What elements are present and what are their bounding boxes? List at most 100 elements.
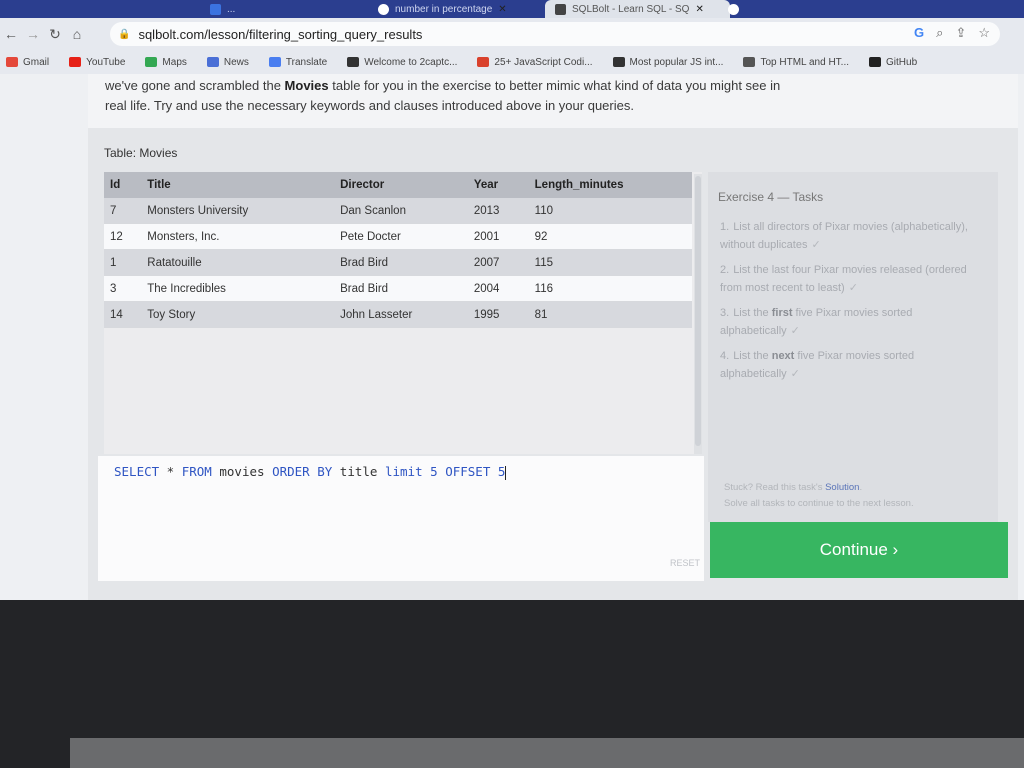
table-cell: Dan Scanlon [334, 198, 468, 224]
app-icon [210, 3, 221, 15]
sql-keyword: ORDER BY [272, 464, 333, 479]
query-text[interactable]: SELECT * FROM movies ORDER BY title limi… [114, 464, 507, 480]
sql-number: 5 [430, 464, 438, 479]
bookmark-label: Most popular JS int... [629, 56, 724, 68]
table-cell: 7 [104, 198, 142, 224]
task-text: List all directors of Pixar movies (alph… [720, 221, 968, 251]
forward-arrow-icon[interactable]: → [22, 26, 44, 42]
bookmark-label: YouTube [86, 56, 126, 68]
intro-bold: Movies [284, 78, 329, 93]
task-number: 4. [720, 350, 730, 362]
table-cell: 1995 [467, 301, 529, 328]
sql-keyword: limit [384, 464, 423, 479]
bookmark-item[interactable]: Translate [268, 56, 328, 68]
reload-icon[interactable]: ↻ [44, 26, 66, 43]
bookmark-item[interactable]: Maps [145, 56, 187, 68]
bookmark-icon [268, 57, 281, 67]
tab-label: SQLBolt - Learn SQL - SQ [572, 3, 690, 15]
continue-button[interactable]: Continue › [710, 522, 1008, 578]
check-icon: ✓ [790, 325, 800, 337]
browser-tab-active[interactable]: SQLBolt - Learn SQL - SQ ✕ [545, 0, 730, 18]
table-row: 1 Ratatouille Brad Bird 2007 115 [104, 249, 692, 276]
table-cell: Brad Bird [334, 249, 468, 276]
tab-label: number in percentage [395, 3, 493, 15]
home-icon[interactable]: ⌂ [66, 26, 88, 42]
bookmark-item[interactable]: 25+ JavaScript Codi... [477, 57, 593, 68]
bookmark-icon [869, 57, 882, 67]
task-number: 3. [720, 307, 730, 319]
bookmark-item[interactable]: Top HTML and HT... [743, 57, 849, 68]
bookmark-item[interactable]: Welcome to 2captc... [347, 57, 457, 68]
tab-label: ... [227, 3, 236, 15]
task-item: 3. List the first five Pixar movies sorte… [720, 304, 990, 340]
bookmark-icon [612, 57, 625, 67]
table-body: 7 Monsters University Dan Scanlon 2013 110 12… [104, 198, 692, 328]
scrollbar-thumb[interactable] [695, 176, 701, 446]
bookmark-label: Maps [162, 56, 187, 68]
results-table-container: Id Title Director Year Length_minutes 7 Monst… [104, 172, 702, 454]
intro-text: we've gone and scrambled the [105, 78, 285, 93]
table-cell: 12 [104, 223, 142, 250]
browser-tab[interactable] [718, 0, 888, 18]
column-header: Id [104, 172, 142, 198]
table-cell: 110 [528, 198, 692, 224]
table-cell: 92 [528, 223, 692, 250]
task-list: 1. List all directors of Pixar movies (al… [720, 218, 990, 390]
lesson-intro-text: we've gone and scrambled the Movies tabl… [105, 76, 805, 116]
reset-button[interactable]: RESET [670, 558, 700, 568]
stuck-end: . [859, 482, 863, 493]
lock-icon: 🔒 [118, 28, 131, 40]
results-table: Id Title Director Year Length_minutes 7 Monst… [104, 172, 692, 328]
google-icon [728, 3, 739, 15]
close-icon[interactable]: ✕ [695, 4, 703, 15]
solution-link[interactable]: Solution [825, 482, 859, 493]
bookmark-label: Translate [285, 56, 328, 68]
table-cell: 2013 [467, 198, 529, 224]
task-bold: first [771, 307, 793, 319]
back-arrow-icon[interactable]: ← [0, 26, 22, 42]
laptop-base [70, 738, 1024, 768]
table-row: 7 Monsters University Dan Scanlon 2013 110 [104, 198, 692, 224]
bookmark-label: News [223, 56, 249, 68]
bookmark-star-icon[interactable]: ☆ [978, 25, 990, 41]
google-icon[interactable]: G [914, 25, 924, 41]
table-cell: Toy Story [141, 301, 335, 328]
check-icon: ✓ [811, 239, 821, 251]
table-row: 14 Toy Story John Lasseter 1995 81 [104, 301, 692, 328]
address-bar-row: ← → ↻ ⌂ 🔒 sqlbolt.com/lesson/filtering_s… [0, 18, 1024, 50]
browser-tab[interactable]: ... [200, 0, 370, 18]
google-icon [378, 3, 389, 15]
zoom-icon[interactable]: ⌕ [936, 25, 943, 41]
query-editor[interactable]: SELECT * FROM movies ORDER BY title limi… [98, 456, 704, 581]
bookmark-item[interactable]: Most popular JS int... [612, 56, 724, 68]
bookmark-icon [477, 57, 490, 67]
task-text: List the last four Pixar movies released… [720, 264, 967, 294]
task-text: List the [733, 307, 772, 319]
url-bar[interactable]: 🔒 sqlbolt.com/lesson/filtering_sorting_q… [110, 22, 1000, 46]
bookmark-item[interactable]: YouTube [69, 57, 125, 68]
table-cell: Pete Docter [334, 223, 468, 250]
bookmark-icon [145, 57, 158, 67]
table-scrollbar[interactable] [694, 174, 702, 454]
bookmark-icon [743, 57, 756, 67]
stuck-text: Stuck? Read this task's [724, 482, 826, 493]
close-icon[interactable]: ✕ [498, 4, 506, 15]
task-text: List the [733, 350, 772, 362]
table-row: 3 The Incredibles Brad Bird 2004 116 [104, 275, 692, 302]
browser-tab[interactable]: number in percentage ✕ [368, 0, 548, 18]
check-icon: ✓ [790, 368, 800, 380]
sql-text: * [159, 464, 182, 479]
task-number: 2. [720, 264, 730, 276]
table-label: Table: Movies [104, 146, 178, 160]
bookmark-icon [206, 57, 219, 67]
tasks-panel: Exercise 4 — Tasks 1. List all directors … [708, 172, 998, 522]
share-icon[interactable]: ⇪ [955, 25, 966, 41]
tasks-title: Exercise 4 — Tasks [718, 190, 824, 204]
sqlbolt-icon [555, 3, 566, 15]
bookmark-item[interactable]: News [206, 56, 249, 68]
bookmark-item[interactable]: Gmail [6, 57, 49, 68]
bookmark-item[interactable]: GitHub [869, 57, 917, 68]
table-cell: Monsters University [141, 198, 335, 224]
